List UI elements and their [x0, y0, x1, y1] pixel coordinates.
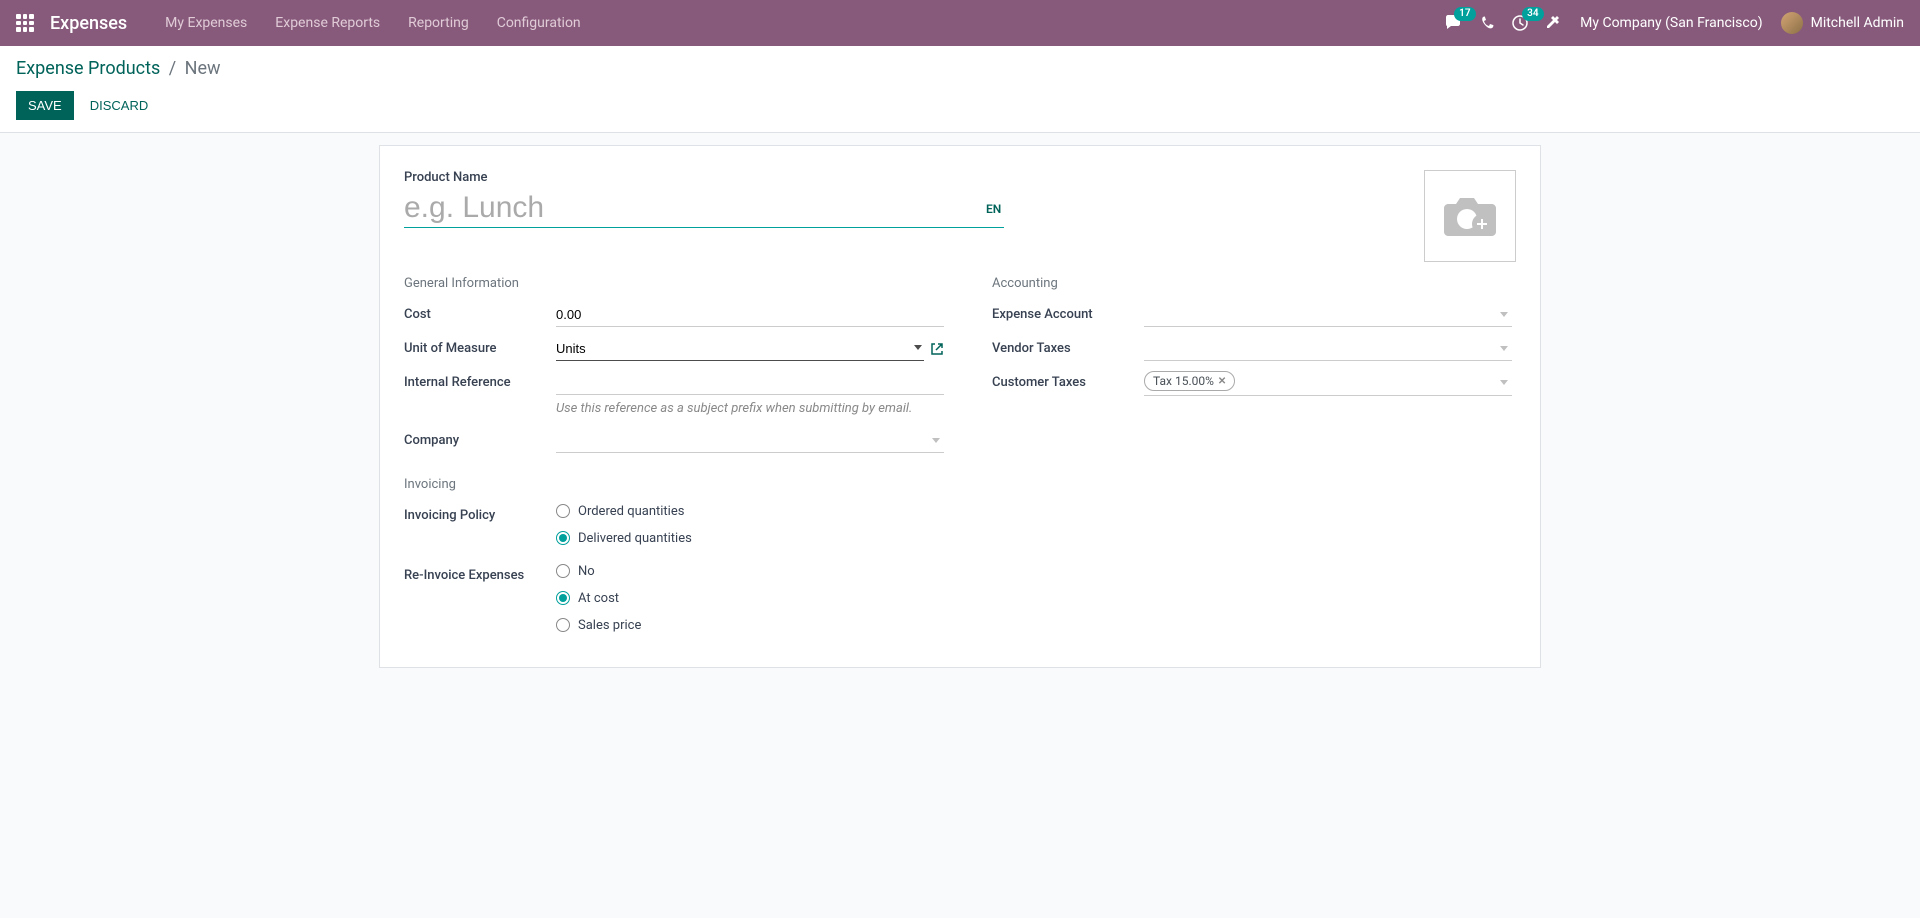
vendor-taxes-input[interactable] — [1144, 337, 1512, 361]
cost-label: Cost — [404, 303, 556, 322]
field-vendor-taxes: Vendor Taxes — [992, 337, 1512, 361]
radio-label: Ordered quantities — [578, 504, 684, 519]
field-customer-taxes: Customer Taxes Tax 15.00% ✕ — [992, 371, 1512, 396]
messages-badge: 17 — [1454, 7, 1475, 21]
col-right: Accounting Expense Account Vendor Taxes — [992, 276, 1512, 643]
activities-icon[interactable]: 34 — [1512, 15, 1528, 31]
apps-icon[interactable] — [16, 14, 34, 32]
company-switcher[interactable]: My Company (San Francisco) — [1580, 15, 1762, 31]
exp-account-input[interactable] — [1144, 303, 1512, 327]
company-label: Company — [404, 429, 556, 448]
radio-icon — [556, 504, 570, 518]
radio-label: Sales price — [578, 618, 641, 633]
image-upload[interactable] — [1424, 170, 1516, 262]
field-invoicing-policy: Invoicing Policy Ordered quantities Deli… — [404, 504, 944, 546]
control-panel: Expense Products / New SAVE DISCARD — [0, 46, 1920, 133]
title-row: Product Name EN — [404, 170, 1516, 228]
discard-button[interactable]: DISCARD — [78, 91, 161, 120]
tag-label: Tax 15.00% — [1153, 374, 1214, 388]
avatar — [1781, 12, 1803, 34]
chevron-down-icon — [1500, 380, 1508, 385]
inv-policy-radios: Ordered quantities Delivered quantities — [556, 504, 944, 546]
nav-right: 17 34 My Company (San Francisco) Mitchel… — [1444, 12, 1904, 34]
chevron-down-icon — [1500, 346, 1508, 351]
radio-delivered[interactable]: Delivered quantities — [556, 531, 944, 546]
field-cost: Cost — [404, 303, 944, 327]
uom-input[interactable] — [556, 337, 924, 361]
section-accounting: Accounting — [992, 276, 1512, 291]
section-general: General Information — [404, 276, 944, 291]
product-name-input[interactable] — [404, 189, 1004, 228]
field-company: Company — [404, 429, 944, 453]
ref-hint: Use this reference as a subject prefix w… — [556, 399, 944, 419]
tag-remove-icon[interactable]: ✕ — [1218, 376, 1226, 387]
activities-badge: 34 — [1522, 7, 1543, 21]
customer-taxes-input[interactable]: Tax 15.00% ✕ — [1144, 371, 1512, 396]
columns: General Information Cost Unit of Measure — [404, 276, 1516, 643]
exp-account-label: Expense Account — [992, 303, 1144, 322]
cost-input[interactable] — [556, 303, 944, 327]
user-menu[interactable]: Mitchell Admin — [1781, 12, 1904, 34]
company-input[interactable] — [556, 429, 944, 453]
reinvoice-radios: No At cost Sales price — [556, 564, 944, 633]
cp-buttons: SAVE DISCARD — [16, 91, 1904, 120]
content: Product Name EN General Information Cost — [0, 133, 1920, 692]
field-expense-account: Expense Account — [992, 303, 1512, 327]
inv-policy-label: Invoicing Policy — [404, 504, 556, 523]
reinvoice-label: Re-Invoice Expenses — [404, 564, 556, 583]
radio-ordered[interactable]: Ordered quantities — [556, 504, 944, 519]
col-left: General Information Cost Unit of Measure — [404, 276, 944, 643]
nav-configuration[interactable]: Configuration — [483, 15, 595, 31]
user-name: Mitchell Admin — [1811, 15, 1904, 31]
radio-sales-price[interactable]: Sales price — [556, 618, 944, 633]
save-button[interactable]: SAVE — [16, 91, 74, 120]
camera-icon — [1440, 192, 1500, 240]
breadcrumb-current: New — [185, 58, 221, 79]
radio-at-cost[interactable]: At cost — [556, 591, 944, 606]
ref-input[interactable] — [556, 371, 944, 395]
nav-my-expenses[interactable]: My Expenses — [151, 15, 261, 31]
breadcrumb-sep: / — [169, 58, 176, 79]
messages-icon[interactable]: 17 — [1444, 15, 1462, 31]
ref-label: Internal Reference — [404, 371, 556, 390]
radio-icon — [556, 531, 570, 545]
external-link-icon[interactable] — [930, 342, 944, 356]
nav-expense-reports[interactable]: Expense Reports — [261, 15, 394, 31]
radio-icon — [556, 564, 570, 578]
brand[interactable]: Expenses — [50, 13, 127, 34]
vendor-taxes-label: Vendor Taxes — [992, 337, 1144, 356]
field-ref: Internal Reference Use this reference as… — [404, 371, 944, 419]
field-reinvoice: Re-Invoice Expenses No At cost — [404, 564, 944, 633]
radio-icon — [556, 618, 570, 632]
breadcrumb-parent[interactable]: Expense Products — [16, 58, 160, 79]
customer-taxes-label: Customer Taxes — [992, 371, 1144, 390]
nav-reporting[interactable]: Reporting — [394, 15, 483, 31]
radio-label: At cost — [578, 591, 619, 606]
top-nav: Expenses My Expenses Expense Reports Rep… — [0, 0, 1920, 46]
nav-left: Expenses My Expenses Expense Reports Rep… — [16, 13, 595, 34]
breadcrumb: Expense Products / New — [16, 58, 1904, 79]
radio-icon — [556, 591, 570, 605]
section-invoicing: Invoicing — [404, 477, 944, 492]
uom-label: Unit of Measure — [404, 337, 556, 356]
tax-tag: Tax 15.00% ✕ — [1144, 371, 1235, 391]
form-sheet: Product Name EN General Information Cost — [379, 145, 1541, 668]
field-uom: Unit of Measure — [404, 337, 944, 361]
lang-badge[interactable]: EN — [986, 202, 1001, 216]
phone-icon[interactable] — [1480, 16, 1494, 30]
debug-icon[interactable] — [1546, 15, 1562, 31]
product-name-label: Product Name — [404, 170, 1516, 185]
radio-no[interactable]: No — [556, 564, 944, 579]
radio-label: Delivered quantities — [578, 531, 692, 546]
radio-label: No — [578, 564, 595, 579]
